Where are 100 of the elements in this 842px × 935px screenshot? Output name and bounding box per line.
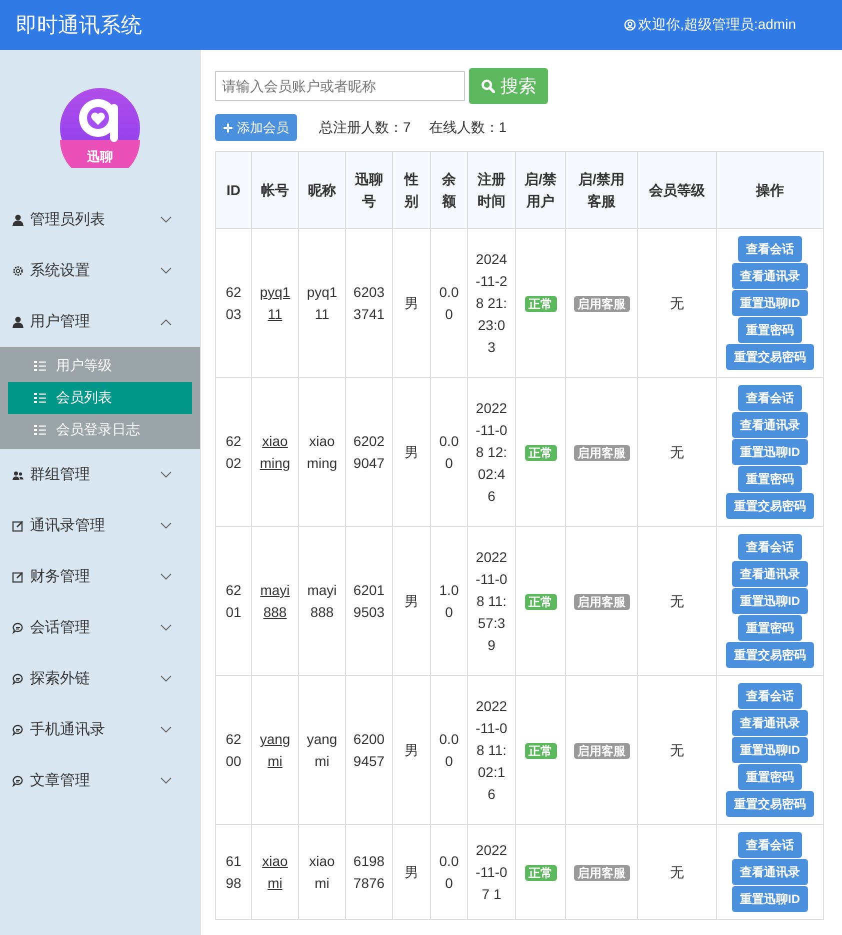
table-cell: pyq111: [298, 228, 346, 378]
app-title: 即时通讯系统: [16, 13, 142, 39]
status-badge: 正常: [524, 594, 556, 610]
users-icon: [12, 468, 24, 480]
table-cell: 男: [392, 378, 430, 526]
chevron-down-icon: [160, 522, 172, 530]
action-button[interactable]: 重置密码: [738, 466, 802, 492]
action-button[interactable]: 查看会话: [738, 236, 802, 262]
plus-icon: [223, 122, 233, 132]
menu-item[interactable]: 用户管理: [0, 296, 200, 347]
action-button[interactable]: 查看会话: [738, 683, 802, 709]
column-header: 帐号: [252, 152, 298, 228]
list-icon: [34, 425, 46, 435]
action-button[interactable]: 查看通讯录: [732, 710, 808, 736]
online-count: 在线人数：1: [428, 118, 507, 136]
action-button[interactable]: 重置交易密码: [726, 493, 814, 519]
menu-item[interactable]: 群组管理: [0, 449, 200, 500]
table-cell: 男: [392, 228, 430, 378]
table-cell: 无: [638, 378, 716, 526]
table-cell: 0.00: [430, 676, 468, 824]
table-cell: 6202: [216, 378, 252, 526]
user-icon: [624, 19, 636, 31]
table-cell: 0.00: [430, 378, 468, 526]
settings-icon: [12, 264, 24, 276]
column-header: 注册时间: [468, 152, 516, 228]
column-header: 余额: [430, 152, 468, 228]
table-cell: xiaomi: [298, 824, 346, 920]
chat-icon: [12, 724, 24, 736]
column-header: 启/禁用客服: [566, 152, 638, 228]
table-cell: 2022-11-08 12:02:46: [468, 378, 516, 526]
table-cell: 2022-11-08 11:57:39: [468, 526, 516, 676]
action-button[interactable]: 查看会话: [738, 832, 802, 858]
chevron-down-icon: [160, 216, 172, 224]
action-button[interactable]: 重置迅聊ID: [732, 439, 808, 465]
table-cell: 男: [392, 676, 430, 824]
action-button[interactable]: 重置交易密码: [726, 791, 814, 817]
action-button[interactable]: 重置密码: [738, 764, 802, 790]
search-icon: [480, 79, 494, 93]
action-button[interactable]: 查看通讯录: [732, 412, 808, 438]
action-button[interactable]: 重置密码: [738, 317, 802, 343]
action-button[interactable]: 重置迅聊ID: [732, 886, 808, 912]
action-button[interactable]: 重置迅聊ID: [732, 737, 808, 763]
chevron-down-icon: [160, 776, 172, 784]
add-member-button[interactable]: 添加会员: [215, 114, 297, 141]
table-cell: 62029047: [346, 378, 392, 526]
chat-icon: [12, 672, 24, 684]
action-button[interactable]: 重置交易密码: [726, 642, 814, 668]
list-icon: [34, 393, 46, 403]
chevron-down-icon: [160, 572, 172, 580]
table-cell: 6200: [216, 676, 252, 824]
table-cell: 2022-11-07 1: [468, 824, 516, 920]
column-header: 会员等级: [638, 152, 716, 228]
service-toggle[interactable]: 启用客服: [574, 865, 630, 881]
service-toggle[interactable]: 启用客服: [574, 594, 630, 610]
menu-item[interactable]: 会话管理: [0, 602, 200, 653]
chevron-up-icon: [160, 318, 172, 326]
logo-text: 迅聊: [86, 148, 114, 166]
action-button[interactable]: 查看通讯录: [732, 561, 808, 587]
service-toggle[interactable]: 启用客服: [574, 445, 630, 461]
table-cell: 62019503: [346, 526, 392, 676]
table-cell: 6201: [216, 526, 252, 676]
menu-item[interactable]: 管理员列表: [0, 194, 200, 245]
table-cell: 2024-11-28 21:23:03: [468, 228, 516, 378]
action-button[interactable]: 查看通讯录: [732, 263, 808, 289]
chevron-down-icon: [160, 470, 172, 478]
menu-item[interactable]: 探索外链: [0, 653, 200, 704]
registered-count: 总注册人数：7: [319, 118, 411, 136]
action-button[interactable]: 重置迅聊ID: [732, 588, 808, 614]
table-cell: 无: [638, 676, 716, 824]
table-cell: mayi888: [298, 526, 346, 676]
service-toggle[interactable]: 启用客服: [574, 743, 630, 759]
chevron-down-icon: [160, 674, 172, 682]
status-badge: 正常: [524, 445, 556, 461]
submenu-item[interactable]: 会员登录日志: [8, 414, 192, 446]
table-cell: 6198: [216, 824, 252, 920]
search-button[interactable]: 搜索: [469, 68, 548, 104]
action-button[interactable]: 查看通讯录: [732, 859, 808, 885]
submenu-item[interactable]: 会员列表: [8, 382, 192, 414]
column-header: 启/禁用户: [516, 152, 566, 228]
table-cell: 无: [638, 526, 716, 676]
action-button[interactable]: 重置交易密码: [726, 344, 814, 370]
action-button[interactable]: 重置密码: [738, 615, 802, 641]
service-toggle[interactable]: 启用客服: [574, 296, 630, 312]
menu-item[interactable]: 通讯录管理: [0, 500, 200, 551]
menu-item[interactable]: 手机通讯录: [0, 704, 200, 755]
action-button[interactable]: 查看会话: [738, 385, 802, 411]
edit-icon: [12, 570, 24, 582]
table-cell: 62009457: [346, 676, 392, 824]
table-cell: 0.00: [430, 228, 468, 378]
search-field[interactable]: 请输入会员账户或者昵称: [215, 71, 465, 101]
table-cell: 62033741: [346, 228, 392, 378]
menu-item[interactable]: 财务管理: [0, 551, 200, 602]
table-cell: 无: [638, 228, 716, 378]
menu-item[interactable]: 系统设置: [0, 245, 200, 296]
menu-item[interactable]: 文章管理: [0, 755, 200, 806]
action-button[interactable]: 重置迅聊ID: [732, 290, 808, 316]
submenu-item[interactable]: 用户等级: [8, 350, 192, 382]
action-button[interactable]: 查看会话: [738, 534, 802, 560]
table-cell: yangmi: [298, 676, 346, 824]
chevron-down-icon: [160, 624, 172, 632]
